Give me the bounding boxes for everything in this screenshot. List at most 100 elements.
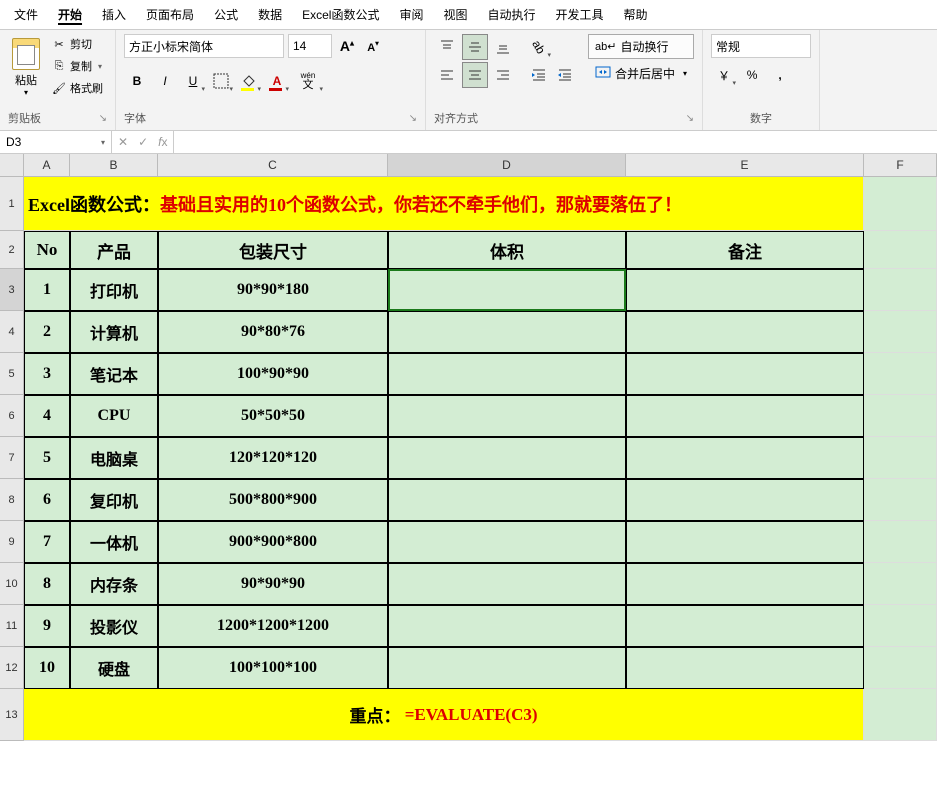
cell-D4[interactable] — [388, 311, 626, 353]
cell-F13[interactable] — [864, 689, 937, 741]
font-size-input[interactable] — [288, 34, 332, 58]
menu-page-layout[interactable]: 页面布局 — [136, 0, 204, 29]
cell-D8[interactable] — [388, 479, 626, 521]
cell-C3[interactable]: 90*90*180 — [158, 269, 388, 311]
menu-excel-funcs[interactable]: Excel函数公式 — [292, 0, 389, 29]
dialog-launcher-icon[interactable]: ↘ — [409, 113, 417, 124]
italic-button[interactable]: I — [152, 68, 178, 94]
header-note[interactable]: 备注 — [626, 231, 864, 269]
menu-review[interactable]: 审阅 — [389, 0, 433, 29]
cell-B5[interactable]: 笔记本 — [70, 353, 158, 395]
percent-button[interactable]: % — [739, 62, 765, 88]
border-button[interactable]: ▾ — [208, 68, 234, 94]
header-no[interactable]: No — [24, 231, 70, 269]
cell-D11[interactable] — [388, 605, 626, 647]
cell-A4[interactable]: 2 — [24, 311, 70, 353]
cell-C4[interactable]: 90*80*76 — [158, 311, 388, 353]
cell-C6[interactable]: 50*50*50 — [158, 395, 388, 437]
align-left-button[interactable] — [434, 62, 460, 88]
row-header-11[interactable]: 11 — [0, 605, 24, 647]
cell-C5[interactable]: 100*90*90 — [158, 353, 388, 395]
row-header-4[interactable]: 4 — [0, 311, 24, 353]
cancel-formula-icon[interactable]: ✕ — [118, 135, 128, 149]
formula-input[interactable] — [174, 131, 937, 153]
cell-E10[interactable] — [626, 563, 864, 605]
row-header-13[interactable]: 13 — [0, 689, 24, 741]
bold-button[interactable]: B — [124, 68, 150, 94]
cell-D5[interactable] — [388, 353, 626, 395]
cell-E9[interactable] — [626, 521, 864, 563]
cell-A7[interactable]: 5 — [24, 437, 70, 479]
cell-B9[interactable]: 一体机 — [70, 521, 158, 563]
row-header-5[interactable]: 5 — [0, 353, 24, 395]
cell-F10[interactable] — [864, 563, 937, 605]
select-all-corner[interactable] — [0, 154, 24, 176]
decrease-indent-button[interactable] — [526, 62, 552, 88]
cell-A6[interactable]: 4 — [24, 395, 70, 437]
cut-button[interactable]: 剪切 — [48, 34, 107, 54]
comma-button[interactable]: , — [767, 62, 793, 88]
cell-A3[interactable]: 1 — [24, 269, 70, 311]
cell-F9[interactable] — [864, 521, 937, 563]
cell-D3[interactable] — [388, 269, 626, 311]
format-painter-button[interactable]: 格式刷 — [48, 78, 107, 98]
cell-B3[interactable]: 打印机 — [70, 269, 158, 311]
col-header-C[interactable]: C — [158, 154, 388, 176]
col-header-A[interactable]: A — [24, 154, 70, 176]
cell-A12[interactable]: 10 — [24, 647, 70, 689]
name-box[interactable]: D3▾ — [0, 131, 112, 153]
cell-D10[interactable] — [388, 563, 626, 605]
cell-C11[interactable]: 1200*1200*1200 — [158, 605, 388, 647]
cell-B7[interactable]: 电脑桌 — [70, 437, 158, 479]
header-size[interactable]: 包装尺寸 — [158, 231, 388, 269]
copy-button[interactable]: 复制▾ — [48, 56, 107, 76]
col-header-B[interactable]: B — [70, 154, 158, 176]
cell-B11[interactable]: 投影仪 — [70, 605, 158, 647]
cell-E8[interactable] — [626, 479, 864, 521]
cell-F8[interactable] — [864, 479, 937, 521]
row-header-8[interactable]: 8 — [0, 479, 24, 521]
fx-icon[interactable]: fx — [158, 135, 167, 149]
menu-auto[interactable]: 自动执行 — [477, 0, 545, 29]
menu-view[interactable]: 视图 — [433, 0, 477, 29]
cell-C9[interactable]: 900*900*800 — [158, 521, 388, 563]
increase-indent-button[interactable] — [552, 62, 578, 88]
cell-E7[interactable] — [626, 437, 864, 479]
row-header-9[interactable]: 9 — [0, 521, 24, 563]
cell-B6[interactable]: CPU — [70, 395, 158, 437]
increase-font-button[interactable]: A▴ — [336, 35, 358, 57]
row-header-7[interactable]: 7 — [0, 437, 24, 479]
align-right-button[interactable] — [490, 62, 516, 88]
cell-D7[interactable] — [388, 437, 626, 479]
menu-formulas[interactable]: 公式 — [204, 0, 248, 29]
font-color-button[interactable]: A▾ — [264, 68, 290, 94]
cell-F4[interactable] — [864, 311, 937, 353]
cell-A8[interactable]: 6 — [24, 479, 70, 521]
cell-F2[interactable] — [864, 231, 937, 269]
title-cell[interactable]: Excel函数公式：基础且实用的10个函数公式，你若还不牵手他们，那就要落伍了！ — [24, 177, 864, 231]
menu-file[interactable]: 文件 — [4, 0, 48, 29]
cell-E6[interactable] — [626, 395, 864, 437]
cell-A11[interactable]: 9 — [24, 605, 70, 647]
cell-B4[interactable]: 计算机 — [70, 311, 158, 353]
paste-button[interactable]: 粘贴 ▾ — [8, 34, 44, 101]
fill-color-button[interactable]: ▾ — [236, 68, 262, 94]
wrap-text-button[interactable]: ab↵自动换行 — [588, 34, 694, 59]
cell-C12[interactable]: 100*100*100 — [158, 647, 388, 689]
confirm-formula-icon[interactable]: ✓ — [138, 135, 148, 149]
cell-C10[interactable]: 90*90*90 — [158, 563, 388, 605]
row-header-12[interactable]: 12 — [0, 647, 24, 689]
cell-F11[interactable] — [864, 605, 937, 647]
footer-cell[interactable]: 重点： =EVALUATE(C3) — [24, 689, 864, 741]
cell-D9[interactable] — [388, 521, 626, 563]
col-header-F[interactable]: F — [864, 154, 937, 176]
currency-button[interactable]: ￥▾ — [711, 62, 737, 88]
cell-F1[interactable] — [864, 177, 937, 231]
cell-A5[interactable]: 3 — [24, 353, 70, 395]
header-volume[interactable]: 体积 — [388, 231, 626, 269]
cell-C8[interactable]: 500*800*900 — [158, 479, 388, 521]
decrease-font-button[interactable]: A▾ — [362, 35, 384, 57]
col-header-E[interactable]: E — [626, 154, 864, 176]
cell-B12[interactable]: 硬盘 — [70, 647, 158, 689]
menu-home[interactable]: 开始 — [48, 0, 92, 29]
